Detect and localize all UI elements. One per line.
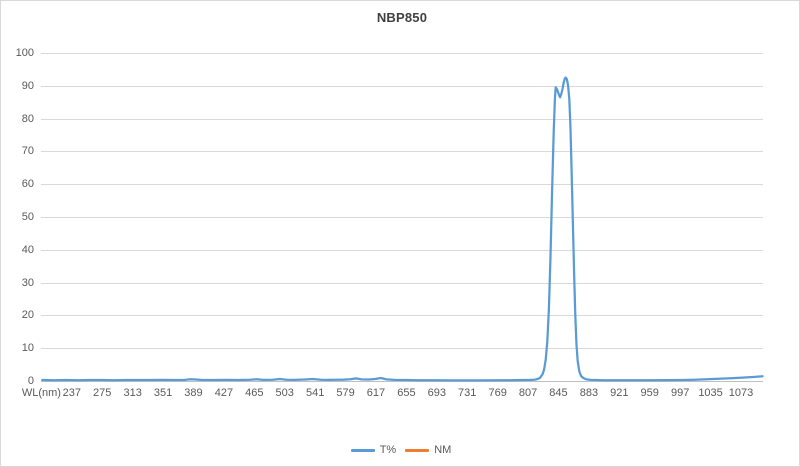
y-tick-label: 70 — [4, 145, 34, 157]
y-tick-label: 100 — [4, 47, 34, 59]
legend-item-t%: T% — [351, 444, 397, 456]
y-tick-label: 0 — [4, 375, 34, 387]
legend: T% NM — [1, 444, 800, 456]
legend-item-nm: NM — [405, 444, 451, 456]
chart: NBP850 0102030405060708090100 WL(nm)2372… — [0, 0, 800, 467]
y-tick-label: 30 — [4, 277, 34, 289]
legend-line-icon — [405, 449, 429, 452]
y-tick-label: 10 — [4, 342, 34, 354]
y-tick-label: 50 — [4, 211, 34, 223]
legend-line-icon — [351, 449, 375, 452]
y-tick-label: 60 — [4, 178, 34, 190]
y-tick-label: 80 — [4, 113, 34, 125]
x-tick-label: 1073 — [715, 387, 767, 399]
legend-label: NM — [434, 444, 451, 456]
y-tick-label: 20 — [4, 309, 34, 321]
series-line-t% — [42, 78, 762, 381]
legend-label: T% — [380, 444, 397, 456]
y-tick-label: 90 — [4, 80, 34, 92]
y-tick-label: 40 — [4, 244, 34, 256]
